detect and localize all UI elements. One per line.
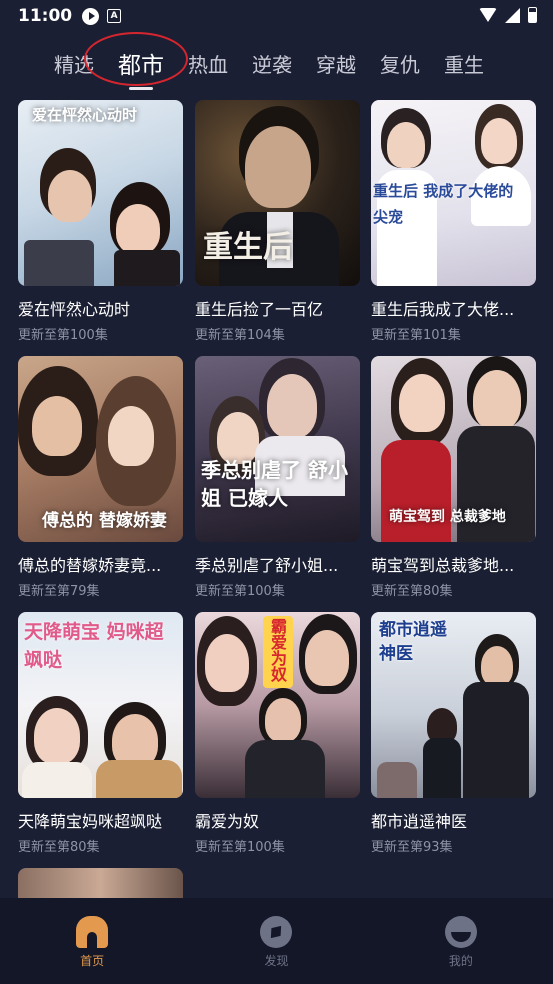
drama-card[interactable] bbox=[18, 868, 183, 898]
drama-cover[interactable]: 季总别虐了 舒小姐 已嫁人 bbox=[195, 356, 360, 542]
nav-label: 我的 bbox=[448, 954, 473, 968]
tab-nixi[interactable]: 逆袭 bbox=[252, 49, 292, 78]
drama-title: 季总别虐了舒小姐... bbox=[195, 556, 339, 575]
drama-title: 重生后捡了一百亿 bbox=[195, 300, 324, 319]
drama-cover[interactable]: 萌宝驾到 总裁爹地 bbox=[371, 356, 536, 542]
drama-card[interactable]: 都市逍遥神医 都市逍遥神医 更新至第93集 bbox=[371, 612, 536, 855]
drama-cover[interactable]: 重生后 我成了大佬的 尖宠 bbox=[371, 100, 536, 286]
drama-title: 爱在怦然心动时 bbox=[18, 300, 131, 319]
home-icon bbox=[76, 916, 109, 948]
a-notification-icon: A bbox=[107, 9, 122, 23]
drama-cover[interactable] bbox=[18, 868, 183, 898]
drama-card[interactable]: 爱在怦然心动时 爱在怦然心动时 更新至第100集 bbox=[18, 100, 183, 343]
cover-art-text: 季总别虐了 舒小姐 已嫁人 bbox=[201, 458, 348, 510]
drama-cover[interactable]: 都市逍遥神医 bbox=[371, 612, 536, 798]
drama-cover[interactable]: 傅总的 替嫁娇妻 bbox=[18, 356, 183, 542]
cover-art-text: 爱在怦然心动时 bbox=[32, 106, 138, 124]
cover-art-text: 都市逍遥神医 bbox=[379, 620, 447, 664]
nav-home[interactable]: 首页 bbox=[0, 898, 184, 984]
drama-episodes: 更新至第100集 bbox=[18, 328, 108, 343]
profile-icon bbox=[444, 916, 477, 948]
cover-art-text: 萌宝驾到 总裁爹地 bbox=[389, 509, 506, 525]
status-time: 11:00 bbox=[18, 6, 73, 26]
cover-art-text: 天降萌宝 妈咪超飒哒 bbox=[24, 621, 164, 671]
drama-title: 萌宝驾到总裁爹地... bbox=[371, 556, 515, 575]
drama-episodes: 更新至第100集 bbox=[195, 840, 285, 855]
tab-chuanyue[interactable]: 穿越 bbox=[316, 49, 356, 78]
nav-label: 首页 bbox=[80, 954, 105, 968]
drama-episodes: 更新至第79集 bbox=[18, 584, 100, 599]
status-bar: 11:00 A bbox=[0, 0, 553, 32]
tab-chongsheng[interactable]: 重生 bbox=[444, 49, 484, 78]
drama-card[interactable]: 季总别虐了 舒小姐 已嫁人 季总别虐了舒小姐... 更新至第100集 bbox=[195, 356, 360, 599]
drama-episodes: 更新至第93集 bbox=[371, 840, 453, 855]
tab-jingxuan[interactable]: 精选 bbox=[54, 49, 94, 78]
drama-cover[interactable]: 天降萌宝 妈咪超飒哒 bbox=[18, 612, 183, 798]
drama-cover[interactable]: 重生后 bbox=[195, 100, 360, 286]
drama-title: 傅总的替嫁娇妻竟... bbox=[18, 556, 162, 575]
cover-art-text: 重生后 我成了大佬的 尖宠 bbox=[373, 182, 514, 226]
drama-episodes: 更新至第80集 bbox=[18, 840, 100, 855]
cover-art-text: 傅总的 替嫁娇妻 bbox=[42, 511, 167, 531]
category-tabs: 精选 都市 热血 逆袭 穿越 复仇 重生 bbox=[0, 32, 553, 86]
nav-me[interactable]: 我的 bbox=[369, 898, 553, 984]
compass-icon bbox=[260, 916, 293, 948]
drama-title: 都市逍遥神医 bbox=[371, 812, 468, 831]
play-notification-icon bbox=[82, 7, 100, 25]
bottom-nav: 首页 发现 我的 bbox=[0, 898, 553, 984]
nav-label: 发现 bbox=[264, 954, 289, 968]
cover-art-text: 霸爱为奴 bbox=[268, 618, 287, 682]
nav-discover[interactable]: 发现 bbox=[184, 898, 368, 984]
tab-label: 都市 bbox=[118, 53, 164, 79]
drama-cover[interactable]: 霸爱为奴 bbox=[195, 612, 360, 798]
tab-rexue[interactable]: 热血 bbox=[188, 49, 228, 78]
drama-episodes: 更新至第100集 bbox=[195, 584, 285, 599]
drama-title: 重生后我成了大佬... bbox=[371, 300, 515, 319]
tab-fuchou[interactable]: 复仇 bbox=[380, 49, 420, 78]
wifi-icon bbox=[479, 8, 497, 22]
drama-card[interactable]: 重生后 重生后捡了一百亿 更新至第104集 bbox=[195, 100, 360, 343]
drama-title: 天降萌宝妈咪超飒哒 bbox=[18, 812, 163, 831]
drama-episodes: 更新至第104集 bbox=[195, 328, 285, 343]
battery-icon bbox=[528, 7, 537, 23]
drama-card[interactable]: 重生后 我成了大佬的 尖宠 重生后我成了大佬... 更新至第101集 bbox=[371, 100, 536, 343]
tab-dushi[interactable]: 都市 bbox=[84, 32, 188, 86]
drama-title: 霸爱为奴 bbox=[195, 812, 260, 831]
drama-card[interactable]: 萌宝驾到 总裁爹地 萌宝驾到总裁爹地... 更新至第80集 bbox=[371, 356, 536, 599]
drama-card[interactable]: 傅总的 替嫁娇妻 傅总的替嫁娇妻竟... 更新至第79集 bbox=[18, 356, 183, 599]
drama-card[interactable]: 霸爱为奴 霸爱为奴 更新至第100集 bbox=[195, 612, 360, 855]
drama-episodes: 更新至第80集 bbox=[371, 584, 453, 599]
drama-card[interactable]: 天降萌宝 妈咪超飒哒 天降萌宝妈咪超飒哒 更新至第80集 bbox=[18, 612, 183, 855]
drama-episodes: 更新至第101集 bbox=[371, 328, 461, 343]
signal-icon bbox=[505, 7, 520, 23]
cover-art-text: 重生后 bbox=[203, 230, 293, 265]
drama-cover[interactable]: 爱在怦然心动时 bbox=[18, 100, 183, 286]
